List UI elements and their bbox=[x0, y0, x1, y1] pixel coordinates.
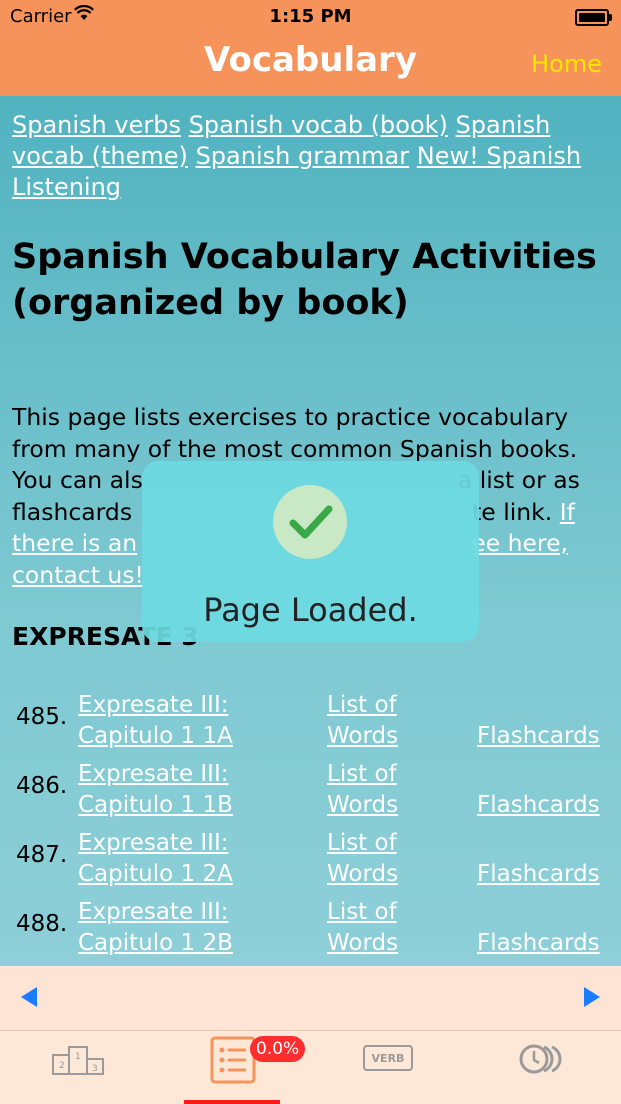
tab-bar: 2 1 3 0.0% VERB bbox=[0, 1031, 621, 1104]
row-list-link[interactable]: List of Words bbox=[327, 897, 437, 959]
back-arrow-icon[interactable] bbox=[20, 986, 38, 1012]
table-row: 485. Expresate III: Capitulo 1 1A List of… bbox=[0, 690, 621, 759]
page-loaded-toast: Page Loaded. bbox=[142, 461, 479, 642]
status-time: 1:15 PM bbox=[269, 6, 352, 27]
checkmark-icon bbox=[273, 485, 347, 559]
row-flashcards-link[interactable]: Flashcards bbox=[477, 790, 600, 821]
row-title-link[interactable]: Expresate III: Capitulo 1 1B bbox=[78, 759, 278, 821]
svg-text:VERB: VERB bbox=[372, 1052, 405, 1065]
tab-verbs[interactable]: VERB bbox=[335, 1031, 485, 1104]
list-icon bbox=[210, 1036, 256, 1084]
row-number: 486. bbox=[16, 773, 68, 799]
page-title: Vocabulary bbox=[204, 40, 417, 80]
row-number: 485. bbox=[16, 704, 68, 730]
row-list-link[interactable]: List of Words bbox=[327, 759, 437, 821]
contact-link-see-here[interactable]: ee here, bbox=[471, 529, 568, 557]
row-flashcards-link[interactable]: Flashcards bbox=[477, 859, 600, 890]
contact-link-contact-us[interactable]: contact us! bbox=[12, 561, 144, 589]
home-button[interactable]: Home bbox=[531, 50, 602, 78]
toast-message: Page Loaded. bbox=[203, 591, 418, 629]
row-list-link[interactable]: List of Words bbox=[327, 828, 437, 890]
table-row: 488. Expresate III: Capitulo 1 2B List of… bbox=[0, 897, 621, 966]
active-tab-indicator bbox=[184, 1100, 280, 1104]
tab-history[interactable] bbox=[490, 1031, 621, 1104]
podium-icon: 2 1 3 bbox=[52, 1046, 104, 1075]
status-bar: Carrier 1:15 PM bbox=[0, 0, 621, 32]
row-title-link[interactable]: Expresate III: Capitulo 1 2A bbox=[78, 828, 278, 890]
battery-icon bbox=[575, 9, 612, 26]
table-row: 486. Expresate III: Capitulo 1 1B List of… bbox=[0, 759, 621, 828]
link-spanish-grammar[interactable]: Spanish grammar bbox=[196, 142, 410, 170]
progress-badge: 0.0% bbox=[250, 1036, 306, 1062]
top-bar: Carrier 1:15 PM Vocabulary Home bbox=[0, 0, 621, 96]
contact-link-there[interactable]: there is an bbox=[12, 529, 137, 557]
svg-text:1: 1 bbox=[75, 1052, 81, 1062]
content-heading: Spanish Vocabulary Activities (organized… bbox=[12, 237, 597, 323]
svg-text:3: 3 bbox=[92, 1064, 98, 1074]
table-row: 487. Expresate III: Capitulo 1 2A List of… bbox=[0, 828, 621, 897]
forward-arrow-icon[interactable] bbox=[583, 986, 601, 1012]
row-list-link[interactable]: List of Words bbox=[327, 690, 437, 752]
nav-links: Spanish verbs Spanish vocab (book) Spani… bbox=[12, 110, 612, 203]
row-number: 488. bbox=[16, 911, 68, 937]
svg-text:2: 2 bbox=[59, 1061, 65, 1071]
verb-icon: VERB bbox=[363, 1045, 413, 1071]
contact-link-if[interactable]: If bbox=[560, 498, 575, 526]
link-spanish-vocab-book[interactable]: Spanish vocab (book) bbox=[189, 111, 448, 139]
web-pager bbox=[0, 966, 621, 1031]
row-title-link[interactable]: Expresate III: Capitulo 1 2B bbox=[78, 897, 278, 959]
row-flashcards-link[interactable]: Flashcards bbox=[477, 721, 600, 752]
row-number: 487. bbox=[16, 842, 68, 868]
tab-leaderboard[interactable]: 2 1 3 bbox=[30, 1031, 180, 1104]
row-title-link[interactable]: Expresate III: Capitulo 1 1A bbox=[78, 690, 278, 752]
row-flashcards-link[interactable]: Flashcards bbox=[477, 928, 600, 959]
history-icon bbox=[519, 1044, 562, 1074]
link-spanish-verbs[interactable]: Spanish verbs bbox=[12, 111, 181, 139]
